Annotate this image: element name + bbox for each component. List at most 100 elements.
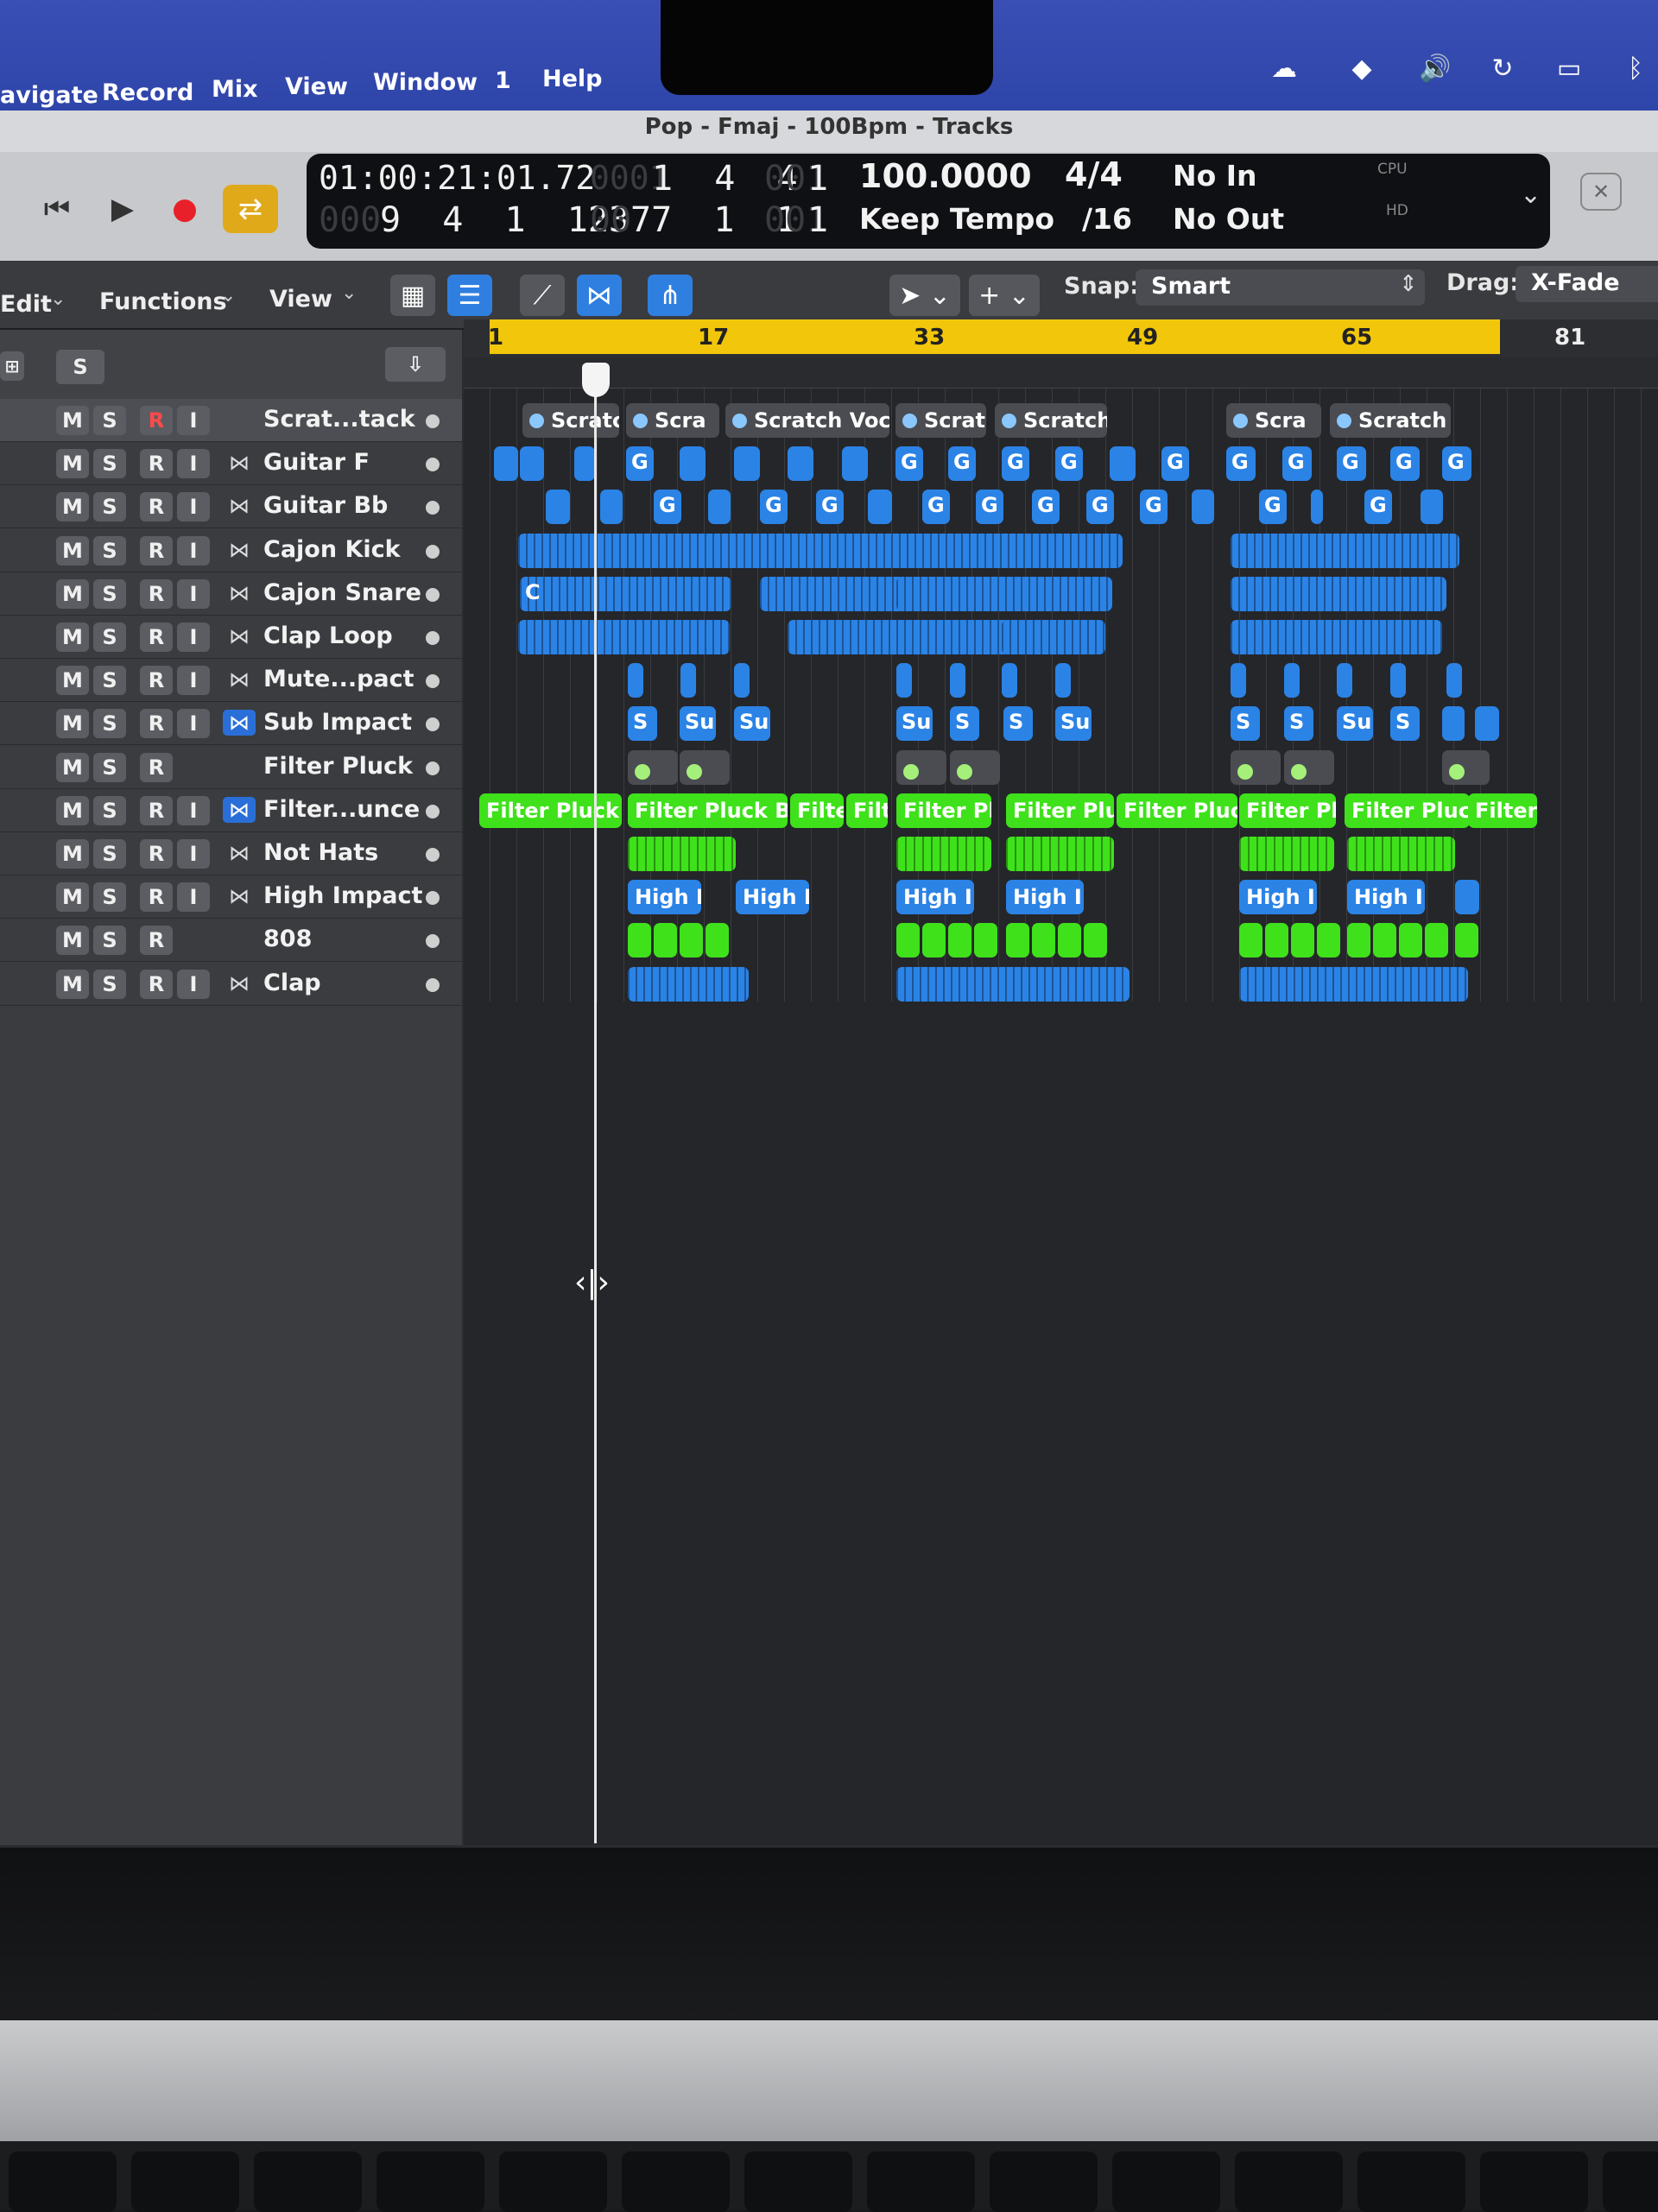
mute-impact-region[interactable] xyxy=(1390,663,1406,698)
high-impact-region[interactable]: High I xyxy=(1347,880,1425,915)
menu-mix[interactable]: Mix xyxy=(212,76,258,103)
midi-icon[interactable]: ⋈ xyxy=(223,840,256,866)
track-header[interactable]: M S R I ⋈ Mute...pact xyxy=(0,659,462,703)
sub-impact-region[interactable]: Su xyxy=(1337,706,1373,742)
guitar-f-region[interactable] xyxy=(494,446,518,482)
download-icon[interactable]: ⇩ xyxy=(385,347,446,382)
guitar-f-region[interactable]: G xyxy=(1282,446,1312,482)
record-enable-button[interactable]: R xyxy=(140,926,173,956)
midi-icon[interactable]: ⋈ xyxy=(223,623,256,649)
mute-button[interactable]: M xyxy=(56,449,89,479)
guitar-f-region[interactable]: G xyxy=(1390,446,1420,482)
input-monitor-button[interactable]: I xyxy=(177,406,210,435)
record-enable-button[interactable]: R xyxy=(140,839,173,869)
filter-bounce-region[interactable]: Filter Pluck xyxy=(1345,793,1470,828)
mute-button[interactable]: M xyxy=(56,926,89,956)
creative-cloud-icon[interactable]: ☁ xyxy=(1265,54,1303,88)
guitar-bb-region[interactable] xyxy=(1192,490,1214,525)
guitar-f-region[interactable] xyxy=(842,446,868,482)
cajon-kick-region[interactable] xyxy=(518,533,1123,568)
track-header[interactable]: M S R I ⋈ Clap xyxy=(0,963,462,1006)
solo-button[interactable]: S xyxy=(93,752,126,782)
solo-button[interactable]: S xyxy=(93,535,126,566)
808-region[interactable] xyxy=(1373,923,1396,958)
guitar-bb-region[interactable] xyxy=(546,490,570,525)
clap-loop-region[interactable] xyxy=(1002,620,1105,654)
not-hats-region[interactable] xyxy=(1239,837,1334,871)
pointer-tool-icon[interactable]: ➤ ⌄ xyxy=(889,275,960,316)
track-header[interactable]: M S R I ⋈ Not Hats xyxy=(0,832,462,875)
input-monitor-button[interactable]: I xyxy=(177,709,210,739)
universal-audio-icon[interactable]: ◆ xyxy=(1343,54,1381,88)
guitar-bb-region[interactable] xyxy=(1421,490,1443,525)
midi-icon[interactable]: ⋈ xyxy=(223,970,256,996)
solo-button[interactable]: S xyxy=(93,623,126,652)
scratch-region[interactable]: Scratc xyxy=(522,403,619,438)
solo-button[interactable]: S xyxy=(93,882,126,913)
filter-pluck-region[interactable] xyxy=(950,749,1000,785)
clap-region[interactable] xyxy=(896,966,1130,1002)
track-header[interactable]: M S R Filter Pluck xyxy=(0,746,462,789)
mute-button[interactable]: M xyxy=(56,839,89,869)
scratch-region[interactable]: Scra xyxy=(1226,403,1321,438)
guitar-bb-region[interactable] xyxy=(708,490,731,525)
track-header[interactable]: M S R I ⋈ Sub Impact xyxy=(0,702,462,746)
input-monitor-button[interactable]: I xyxy=(177,492,210,522)
chevron-down-icon[interactable]: ⌄ xyxy=(1520,180,1541,210)
sub-impact-region[interactable] xyxy=(1442,706,1465,742)
mute-impact-region[interactable] xyxy=(680,663,696,698)
clap-region[interactable] xyxy=(628,966,749,1002)
track-header[interactable]: M S R 808 xyxy=(0,919,462,963)
midi-icon[interactable]: ⋈ xyxy=(223,450,256,476)
mute-button[interactable]: M xyxy=(56,492,89,522)
filter-pluck-region[interactable] xyxy=(1231,749,1281,785)
track-options-icon[interactable]: ⊞ xyxy=(0,351,24,381)
guitar-f-region[interactable]: G xyxy=(1161,446,1189,482)
808-region[interactable] xyxy=(1239,923,1262,958)
guitar-bb-region[interactable]: G xyxy=(976,490,1003,525)
guitar-f-region[interactable]: G xyxy=(1002,446,1029,482)
guitar-f-region[interactable] xyxy=(788,446,813,482)
solo-button[interactable]: S xyxy=(93,969,126,999)
mute-impact-region[interactable] xyxy=(1002,663,1017,698)
808-region[interactable] xyxy=(1425,923,1448,958)
solo-button[interactable]: S xyxy=(93,449,126,479)
808-region[interactable] xyxy=(1058,923,1081,958)
menu-navigate[interactable]: avigate xyxy=(0,82,98,109)
global-solo-button[interactable]: S xyxy=(56,350,104,384)
menu-view[interactable]: View xyxy=(285,73,348,100)
808-region[interactable] xyxy=(1399,923,1422,958)
record-enable-button[interactable]: R xyxy=(140,578,173,609)
pencil-tool-icon[interactable]: + ⌄ xyxy=(969,275,1040,316)
mute-impact-region[interactable] xyxy=(1337,663,1352,698)
lcd-division[interactable]: /16 xyxy=(1082,202,1132,236)
midi-icon[interactable]: ⋈ xyxy=(223,710,256,736)
track-header[interactable]: M S R I ⋈ Filter...unce xyxy=(0,789,462,832)
808-region[interactable] xyxy=(974,923,997,958)
filter-pluck-region[interactable] xyxy=(1442,749,1490,785)
mute-impact-region[interactable] xyxy=(628,663,643,698)
sub-impact-region[interactable]: S xyxy=(1284,706,1313,742)
filter-pluck-region[interactable] xyxy=(680,749,730,785)
solo-button[interactable]: S xyxy=(93,578,126,609)
lcd-output[interactable]: No Out xyxy=(1173,202,1284,236)
sub-impact-region[interactable]: S xyxy=(950,706,979,742)
record-enable-button[interactable]: R xyxy=(140,709,173,739)
filter-pluck-region[interactable] xyxy=(896,749,946,785)
menu-1[interactable]: 1 xyxy=(495,67,511,94)
input-monitor-button[interactable]: I xyxy=(177,882,210,913)
guitar-f-region[interactable]: G xyxy=(1226,446,1256,482)
808-region[interactable] xyxy=(706,923,729,958)
play-button[interactable]: ▶ xyxy=(95,185,150,233)
808-region[interactable] xyxy=(1265,923,1288,958)
grid-view-icon[interactable]: ▦ xyxy=(390,275,435,316)
high-impact-region[interactable]: High I xyxy=(896,880,974,915)
bluetooth-icon[interactable]: ᛒ xyxy=(1617,54,1655,88)
cajon-kick-region[interactable] xyxy=(1231,533,1459,568)
filter-bounce-region[interactable]: Filter Pl xyxy=(896,793,991,828)
time-machine-icon[interactable]: ↻ xyxy=(1484,54,1522,88)
808-region[interactable] xyxy=(1291,923,1314,958)
mute-impact-region[interactable] xyxy=(950,663,965,698)
808-region[interactable] xyxy=(1084,923,1107,958)
sub-impact-region[interactable]: S xyxy=(1003,706,1033,742)
